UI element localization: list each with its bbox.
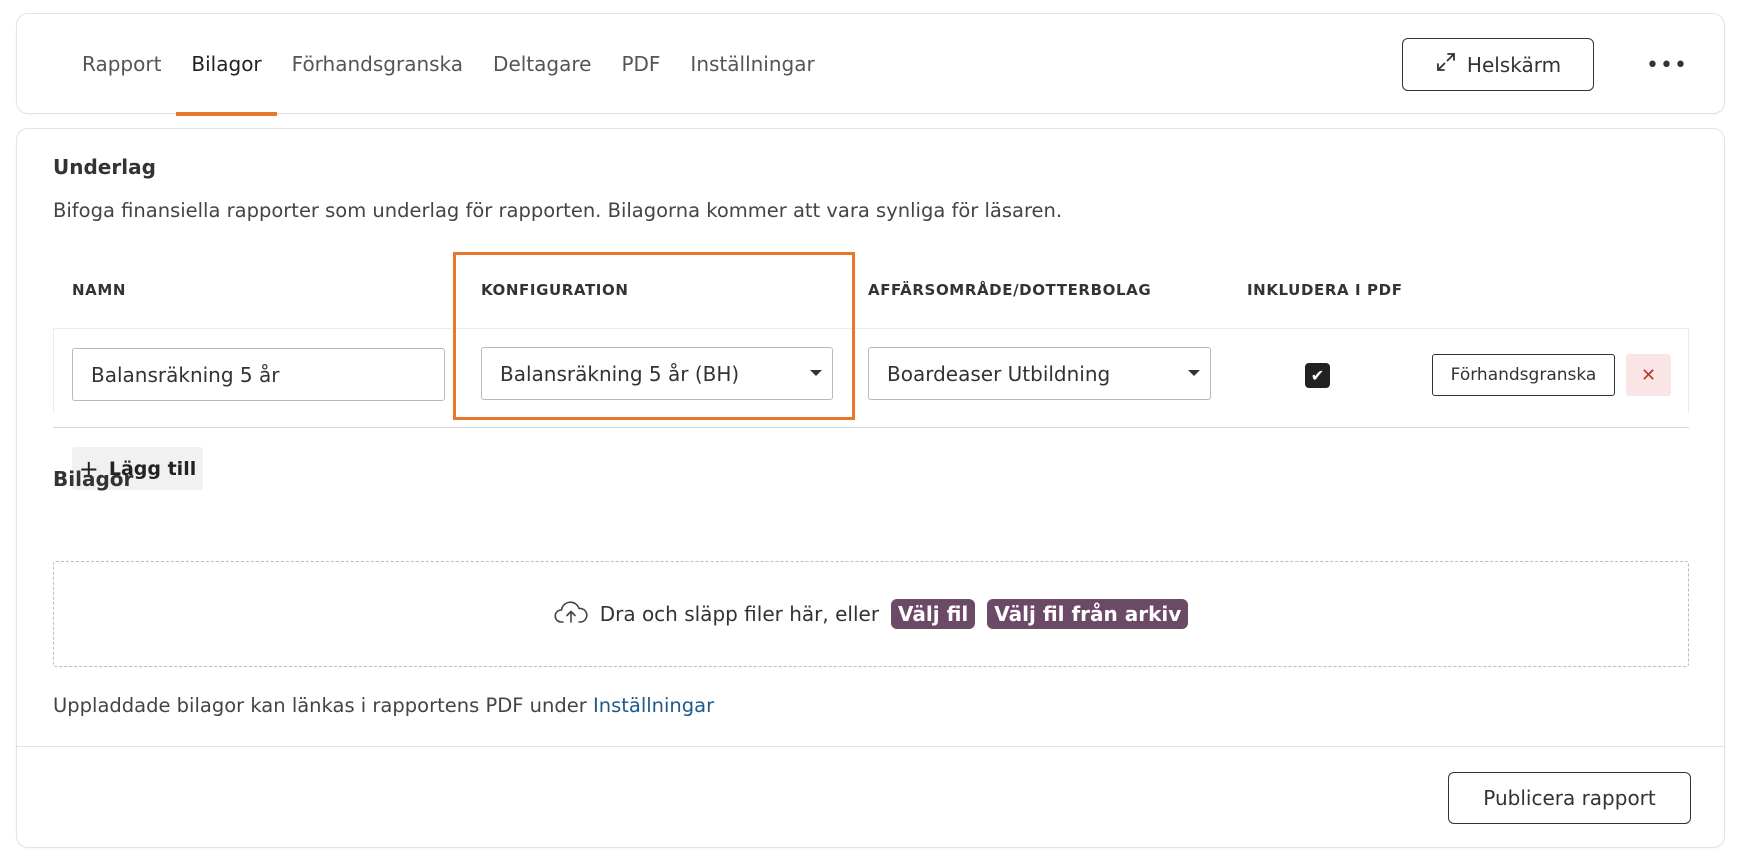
fullscreen-label: Helskärm <box>1466 52 1562 77</box>
tab-bar: Rapport Bilagor Förhandsgranska Deltagar… <box>67 14 830 116</box>
top-navigation-card: Rapport Bilagor Förhandsgranska Deltagar… <box>16 13 1725 116</box>
area-select-value: Boardeaser Utbildning <box>887 361 1111 386</box>
footnote-text: Uppladdade bilagor kan länkas i rapporte… <box>53 694 587 717</box>
dropzone-text: Dra och släpp filer här, eller <box>599 602 880 626</box>
tab-rapport[interactable]: Rapport <box>67 14 176 115</box>
tab-installningar[interactable]: Inställningar <box>675 14 829 115</box>
bilagor-title: Bilagor <box>53 467 134 491</box>
delete-button[interactable]: ✕ <box>1626 354 1671 396</box>
underlag-description: Bifoga finansiella rapporter som underla… <box>53 199 1063 222</box>
name-input[interactable]: Balansräkning 5 år <box>72 348 445 401</box>
publish-report-button[interactable]: Publicera rapport <box>1448 772 1691 824</box>
main-content-card: Underlag Bifoga finansiella rapporter so… <box>16 128 1725 848</box>
checkmark-icon: ✔ <box>1310 366 1325 385</box>
tab-deltagare[interactable]: Deltagare <box>478 14 606 115</box>
fullscreen-button[interactable]: Helskärm <box>1402 38 1594 91</box>
caret-down-icon <box>1188 370 1200 376</box>
row-divider <box>53 427 1689 428</box>
choose-from-archive-button[interactable]: Välj fil från arkiv <box>987 599 1189 629</box>
tab-pdf[interactable]: PDF <box>606 14 675 115</box>
footer-divider <box>17 746 1724 747</box>
cloud-upload-icon <box>554 600 588 629</box>
settings-link[interactable]: Inställningar <box>593 694 714 717</box>
config-column-highlight <box>453 252 855 420</box>
more-options-icon[interactable]: ••• <box>1642 48 1692 82</box>
tab-bilagor[interactable]: Bilagor <box>176 14 277 116</box>
column-header-area: AFFÄRSOMRÅDE/DOTTERBOLAG <box>868 281 1152 299</box>
underlag-title: Underlag <box>53 155 156 179</box>
expand-icon <box>1435 51 1457 78</box>
preview-button[interactable]: Förhandsgranska <box>1432 354 1615 396</box>
area-select[interactable]: Boardeaser Utbildning <box>868 347 1211 400</box>
choose-file-button[interactable]: Välj fil <box>891 599 976 629</box>
column-header-name: NAMN <box>72 281 127 299</box>
column-header-include-pdf: INKLUDERA I PDF <box>1247 281 1403 299</box>
close-icon: ✕ <box>1640 364 1657 386</box>
attachments-footnote: Uppladdade bilagor kan länkas i rapporte… <box>53 694 714 717</box>
include-pdf-checkbox[interactable]: ✔ <box>1305 363 1330 388</box>
tab-forhandsgranska[interactable]: Förhandsgranska <box>277 14 478 115</box>
file-dropzone[interactable]: Dra och släpp filer här, eller Välj fil … <box>53 561 1689 667</box>
